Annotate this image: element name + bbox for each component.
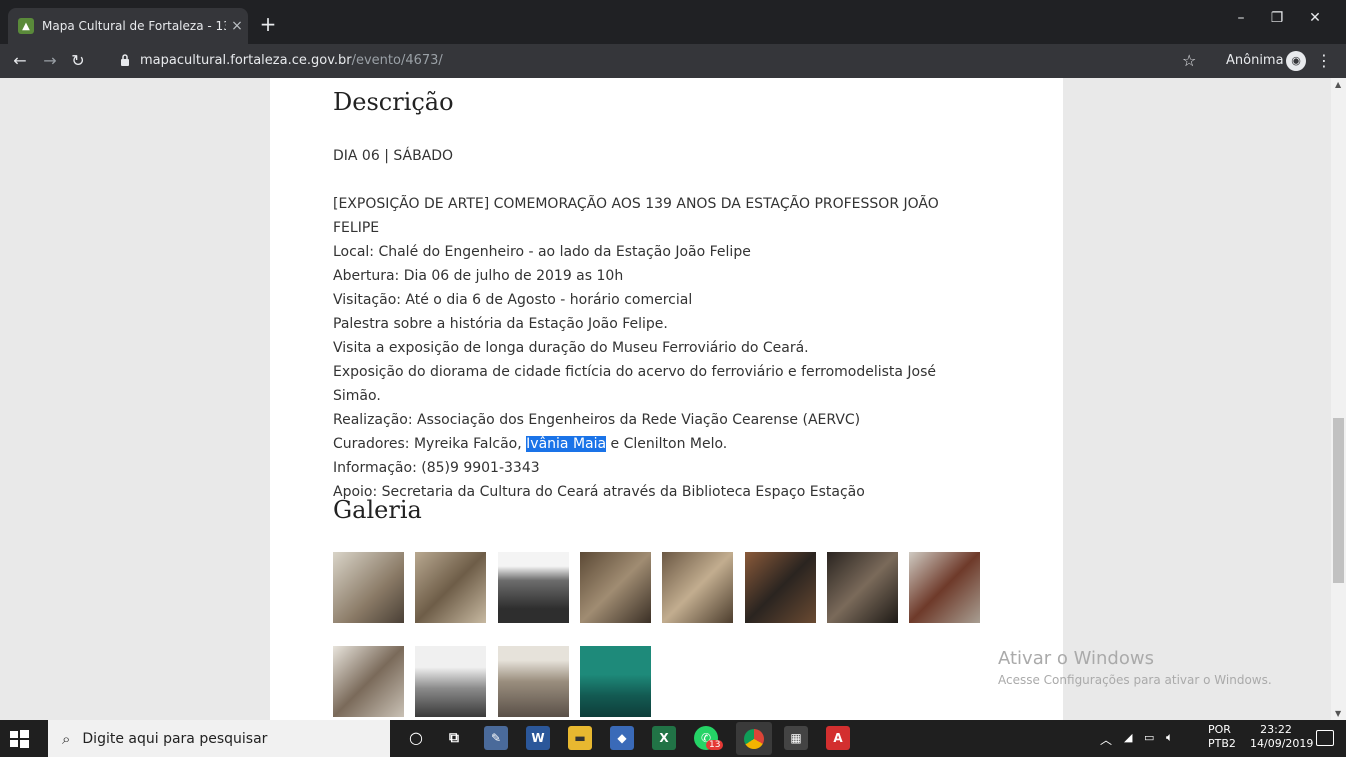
whatsapp-badge: 13	[706, 740, 724, 750]
profile-label[interactable]: Anônima	[1226, 53, 1284, 68]
desc-line-visita: Visita a exposição de longa duração do M…	[333, 340, 809, 356]
url-path: /evento/4673/	[351, 53, 443, 68]
address-bar[interactable]: mapacultural.fortaleza.ce.gov.br/evento/…	[140, 53, 443, 68]
gallery-thumbnail[interactable]	[415, 646, 486, 717]
bookmark-star-icon[interactable]: ☆	[1182, 51, 1196, 70]
scroll-down-icon[interactable]: ▼	[1335, 709, 1341, 718]
lock-icon	[121, 54, 129, 66]
browser-tab-bar: ▲ Mapa Cultural de Fortaleza - 139 × + –…	[0, 0, 1346, 44]
desc-line-diorama: Exposição do diorama de cidade fictícia …	[333, 364, 937, 404]
gallery-thumbnail[interactable]	[498, 552, 569, 623]
desc-line-curadores: Curadores: Myreika Falcão, Ivânia Maia e…	[333, 432, 973, 456]
selected-text: Ivânia Maia	[526, 436, 607, 452]
cortana-icon[interactable]: ○	[404, 726, 428, 750]
gallery-thumbnail[interactable]	[662, 552, 733, 623]
page-viewport: Descrição DIA 06 | SÁBADO [EXPOSIÇÃO DE …	[0, 78, 1331, 720]
scrollbar-thumb[interactable]	[1333, 418, 1344, 583]
gallery-thumbnail[interactable]	[415, 552, 486, 623]
network-icon[interactable]: ◢	[1124, 731, 1132, 744]
paint-app-icon[interactable]: ✎	[484, 726, 508, 750]
close-window-button[interactable]: ✕	[1300, 10, 1330, 26]
windows-taskbar: ⌕ Digite aqui para pesquisar ○ ⧉ ✎ W ▬ ◆…	[0, 720, 1346, 757]
taskbar-search-box[interactable]: ⌕ Digite aqui para pesquisar	[48, 720, 390, 757]
tab-close-icon[interactable]: ×	[226, 18, 248, 34]
desc-line-informacao: Informação: (85)9 9901-3343	[333, 460, 540, 476]
gallery-thumbnail[interactable]	[827, 552, 898, 623]
description-body: [EXPOSIÇÃO DE ARTE] COMEMORAÇÃO AOS 139 …	[333, 192, 973, 504]
notifications-icon[interactable]	[1316, 730, 1334, 746]
system-clock[interactable]: 23:22 14/09/2019	[1250, 723, 1314, 751]
windows-activation-watermark: Ativar o Windows Acesse Configurações pa…	[998, 648, 1272, 687]
taskbar-search-placeholder: Digite aqui para pesquisar	[82, 730, 268, 747]
desc-line-abertura: Abertura: Dia 06 de julho de 2019 as 10h	[333, 268, 624, 284]
event-content: Descrição DIA 06 | SÁBADO [EXPOSIÇÃO DE …	[270, 78, 1063, 720]
curadores-text-a: Curadores: Myreika Falcão,	[333, 436, 527, 452]
gallery-thumbnail[interactable]	[333, 646, 404, 717]
restore-button[interactable]: ❐	[1262, 10, 1292, 26]
reload-icon[interactable]: ↻	[66, 49, 90, 73]
forward-arrow-icon[interactable]: →	[38, 49, 62, 73]
excel-app-icon[interactable]: X	[652, 726, 676, 750]
url-host: mapacultural.fortaleza.ce.gov.br	[140, 53, 352, 68]
language-code: POR	[1208, 723, 1231, 736]
scroll-up-icon[interactable]: ▲	[1335, 80, 1341, 89]
tab-title: Mapa Cultural de Fortaleza - 139	[42, 19, 226, 33]
desc-line-apoio: Apoio: Secretaria da Cultura do Ceará at…	[333, 484, 865, 500]
file-explorer-icon[interactable]: ▬	[568, 726, 592, 750]
new-tab-button[interactable]: +	[256, 12, 280, 36]
description-heading: Descrição	[333, 88, 454, 116]
search-icon: ⌕	[62, 729, 71, 748]
word-app-icon[interactable]: W	[526, 726, 550, 750]
clock-date: 14/09/2019	[1250, 737, 1314, 750]
task-view-icon[interactable]: ⧉	[442, 726, 466, 750]
gallery-thumbnail[interactable]	[745, 552, 816, 623]
volume-icon[interactable]: 🔈︎	[1166, 730, 1173, 745]
gallery-thumbnail[interactable]	[580, 646, 651, 717]
desc-line-title: [EXPOSIÇÃO DE ARTE] COMEMORAÇÃO AOS 139 …	[333, 196, 939, 236]
chrome-app-icon	[744, 728, 764, 749]
gallery-thumbnail[interactable]	[909, 552, 980, 623]
language-indicator[interactable]: POR PTB2	[1208, 723, 1236, 751]
desc-line-visitacao: Visitação: Até o dia 6 de Agosto - horár…	[333, 292, 693, 308]
battery-icon[interactable]: ▭	[1144, 731, 1154, 744]
day-line: DIA 06 | SÁBADO	[333, 148, 454, 164]
chrome-menu-icon[interactable]: ⋮	[1316, 51, 1332, 70]
gallery-thumbnail[interactable]	[333, 552, 404, 623]
keyboard-layout: PTB2	[1208, 737, 1236, 750]
app-icon[interactable]: ◆	[610, 726, 634, 750]
back-arrow-icon[interactable]: ←	[8, 49, 32, 73]
gallery-thumbnail[interactable]	[498, 646, 569, 717]
watermark-title: Ativar o Windows	[998, 648, 1154, 669]
desc-line-palestra: Palestra sobre a história da Estação Joã…	[333, 316, 668, 332]
windows-start-icon[interactable]	[8, 728, 30, 750]
calculator-app-icon[interactable]: ▦	[784, 726, 808, 750]
browser-toolbar: ← → ↻ mapacultural.fortaleza.ce.gov.br/e…	[0, 44, 1346, 78]
clock-time: 23:22	[1260, 723, 1292, 736]
gallery-thumbnail[interactable]	[580, 552, 651, 623]
chrome-taskbar-button[interactable]	[736, 722, 772, 755]
vertical-scrollbar[interactable]: ▲ ▼	[1331, 78, 1346, 720]
minimize-button[interactable]: –	[1226, 10, 1256, 26]
watermark-subtitle: Acesse Configurações para ativar o Windo…	[998, 673, 1272, 687]
browser-tab[interactable]: ▲ Mapa Cultural de Fortaleza - 139 ×	[8, 8, 248, 44]
desc-line-realizacao: Realização: Associação dos Engenheiros d…	[333, 412, 861, 428]
gallery-heading: Galeria	[333, 496, 422, 524]
incognito-icon[interactable]: ◉	[1286, 51, 1306, 71]
desc-line-local: Local: Chalé do Engenheiro - ao lado da …	[333, 244, 751, 260]
site-favicon-icon: ▲	[18, 18, 34, 34]
pdf-reader-icon[interactable]: A	[826, 726, 850, 750]
curadores-text-c: e Clenilton Melo.	[606, 436, 728, 452]
tray-chevron-icon[interactable]: ︿	[1100, 731, 1112, 748]
